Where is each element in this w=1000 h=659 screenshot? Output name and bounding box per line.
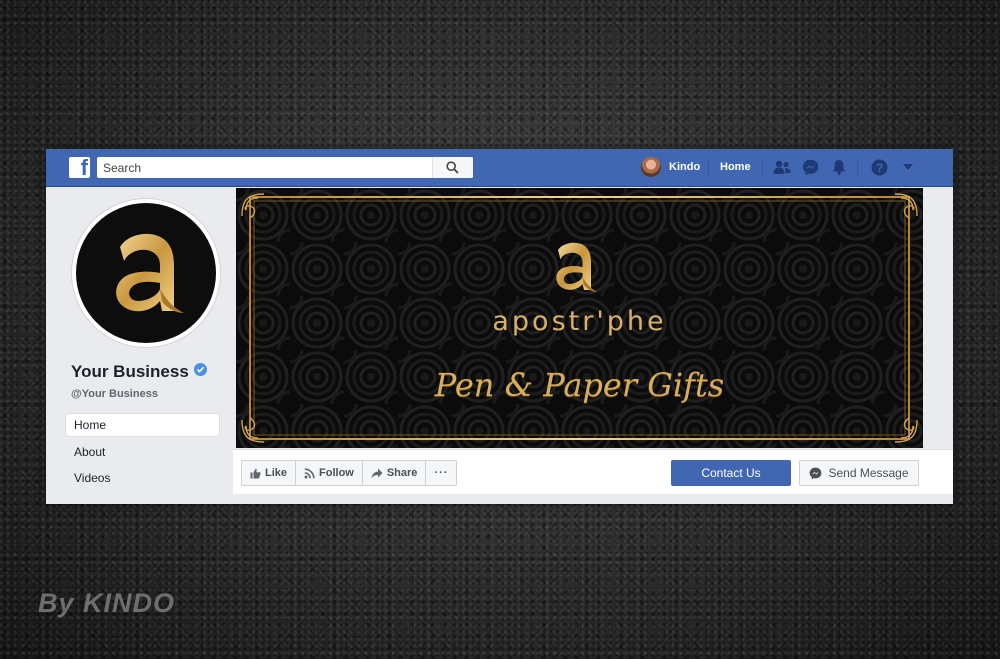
more-options-button[interactable]: ···	[426, 461, 456, 485]
send-message-label: Send Message	[828, 466, 909, 480]
user-avatar[interactable]	[641, 157, 661, 177]
brand-name: apostr'phe	[492, 306, 667, 337]
send-message-button[interactable]: Send Message	[799, 460, 919, 486]
follow-button[interactable]: Follow	[296, 461, 363, 485]
facebook-page-window: f Kindo Home	[46, 149, 953, 504]
search-button[interactable]	[432, 157, 473, 178]
profile-picture[interactable]	[72, 199, 220, 347]
nav-divider	[708, 161, 709, 175]
more-options-icon: ···	[434, 467, 449, 479]
notifications-bell-icon[interactable]	[832, 159, 846, 175]
page-title: Your Business	[71, 362, 207, 382]
sidebar-item-home[interactable]: Home	[66, 414, 219, 436]
nav-divider	[857, 161, 858, 175]
sidebar-item-videos[interactable]: Videos	[66, 467, 219, 489]
tagline: Pen & Paper Gifts	[434, 366, 725, 404]
page-button-group: Like Follow Share ···	[241, 460, 458, 486]
brand-logo-icon	[76, 203, 216, 343]
follow-label: Follow	[319, 467, 354, 479]
cover-photo[interactable]: apostr'phe Pen & Paper Gifts	[236, 188, 923, 448]
top-navigation-bar: f Kindo Home	[46, 149, 953, 187]
search-box	[97, 157, 473, 178]
contact-us-button[interactable]: Contact Us	[671, 460, 791, 486]
watermark: By KINDO	[38, 588, 176, 618]
page-handle: @Your Business	[71, 388, 158, 400]
svg-text:?: ?	[876, 161, 883, 175]
facebook-logo-icon[interactable]: f	[69, 155, 90, 180]
page-sidebar: Your Business @Your Business Home About …	[46, 186, 233, 504]
messenger-icon[interactable]	[802, 159, 819, 176]
nav-divider	[762, 161, 763, 175]
help-icon[interactable]: ?	[871, 159, 888, 176]
rss-feed-icon	[304, 467, 315, 478]
share-arrow-icon	[371, 468, 383, 478]
share-button[interactable]: Share	[363, 461, 427, 485]
verified-badge-icon	[193, 363, 207, 376]
home-link[interactable]: Home	[720, 161, 751, 173]
like-button[interactable]: Like	[242, 461, 297, 485]
friend-requests-icon[interactable]	[773, 159, 791, 175]
share-label: Share	[386, 467, 418, 479]
page-action-bar: Like Follow Share ··· Contact Us Send Me…	[233, 449, 953, 494]
page-name-text: Your Business	[71, 362, 189, 381]
messenger-icon	[810, 467, 822, 479]
user-name-link[interactable]: Kindo	[669, 161, 700, 173]
search-icon	[446, 161, 459, 174]
chevron-down-icon[interactable]	[903, 164, 913, 170]
sidebar-item-about[interactable]: About	[66, 441, 219, 463]
like-label: Like	[265, 467, 288, 479]
thumbs-up-icon	[250, 468, 261, 478]
search-input[interactable]	[97, 157, 433, 178]
